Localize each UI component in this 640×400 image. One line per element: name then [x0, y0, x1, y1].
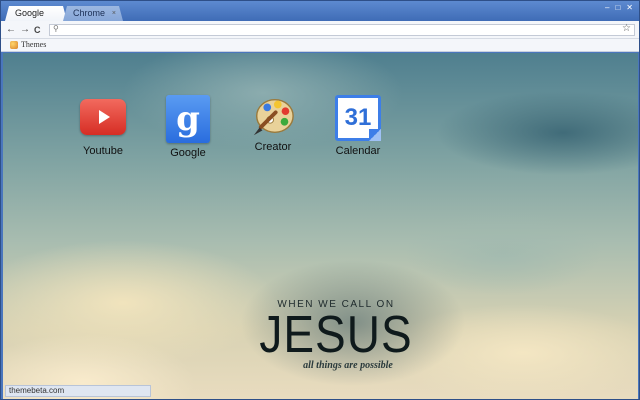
palette-brush-icon — [253, 98, 294, 136]
address-bar[interactable]: ⚲ ☆ — [49, 23, 635, 36]
app-youtube[interactable]: Youtube — [68, 95, 138, 157]
window-controls: – □ ✕ — [605, 3, 633, 13]
google-g-icon: g — [166, 95, 210, 143]
tab-strip: Google Chrome × – □ ✕ — [1, 1, 639, 21]
motto-title: JESUS — [259, 304, 413, 364]
new-tab-page: Youtube g Google Creator 31 Calendar WHE… — [3, 53, 638, 399]
app-label: Creator — [254, 141, 292, 153]
tab-chrome[interactable]: Chrome × — [63, 6, 123, 21]
palette-icon — [10, 40, 18, 49]
maximize-button[interactable]: □ — [615, 3, 620, 13]
forward-button[interactable]: → — [20, 23, 30, 37]
app-label: Calendar — [335, 145, 381, 157]
paint-palette-icon — [250, 95, 296, 137]
apps-grid: Youtube g Google Creator 31 Calendar — [3, 53, 638, 173]
reload-button[interactable]: C — [34, 23, 41, 37]
minimize-button[interactable]: – — [605, 3, 609, 13]
wallpaper-motto: WHEN WE CALL ON JESUS all things are pos… — [246, 299, 426, 371]
app-google[interactable]: g Google — [153, 95, 223, 159]
app-calendar[interactable]: 31 Calendar — [323, 95, 393, 157]
calendar-icon: 31 — [335, 95, 381, 141]
bookmark-themes[interactable]: Themes — [10, 40, 46, 49]
back-button[interactable]: ← — [6, 23, 16, 37]
close-button[interactable]: ✕ — [626, 3, 633, 13]
tab-label: Chrome — [73, 8, 106, 18]
app-label: Youtube — [83, 145, 123, 157]
play-icon — [99, 110, 110, 124]
app-creator[interactable]: Creator — [238, 95, 308, 153]
close-icon[interactable]: × — [112, 6, 116, 21]
status-bar: themebeta.com — [5, 385, 151, 397]
bookmarks-bar: Themes — [1, 39, 639, 52]
calendar-day: 31 — [344, 104, 372, 131]
app-label: Google — [170, 147, 206, 159]
tab-google[interactable]: Google — [5, 6, 67, 21]
toolbar: ← → C ⚲ ☆ — [1, 21, 639, 39]
tab-label: Google — [15, 8, 45, 18]
search-icon: ⚲ — [53, 24, 59, 33]
youtube-play-icon — [80, 99, 126, 135]
page-fold — [369, 129, 381, 141]
bookmark-star-icon[interactable]: ☆ — [622, 23, 631, 34]
bookmark-label: Themes — [21, 40, 47, 49]
browser-window: Google Chrome × – □ ✕ ← → C ⚲ ☆ Themes Y… — [0, 0, 640, 400]
